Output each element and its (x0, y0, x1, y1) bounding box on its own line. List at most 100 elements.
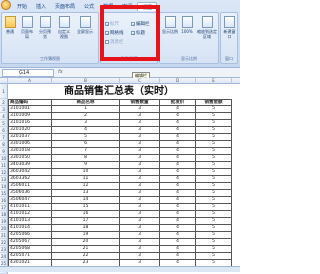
table-cell[interactable]: 3 (120, 232, 160, 239)
table-cell[interactable]: 5 (196, 148, 232, 155)
table-cell[interactable]: 5 (196, 197, 232, 204)
row-header[interactable]: 24 (0, 253, 8, 260)
row-header[interactable]: 22 (0, 239, 8, 246)
table-cell[interactable]: 5 (196, 204, 232, 211)
view-page-layout-button[interactable]: 页面布局 (20, 16, 34, 39)
table-cell[interactable]: 3201037 (8, 134, 52, 141)
row-header[interactable]: 9 (0, 148, 8, 155)
row-header[interactable]: 4 (0, 113, 8, 120)
table-cell[interactable]: 3 (120, 197, 160, 204)
table-header-cell[interactable]: 销售金额 (196, 99, 232, 106)
table-cell[interactable]: 3 (120, 141, 160, 148)
table-cell[interactable]: 4 (160, 183, 196, 190)
table-cell[interactable]: 5 (196, 155, 232, 162)
table-cell[interactable]: 3 (120, 113, 160, 120)
table-cell[interactable]: 4205067 (8, 239, 52, 246)
table-cell[interactable]: 4 (160, 134, 196, 141)
table-cell[interactable]: 3 (120, 211, 160, 218)
table-cell[interactable]: 5 (196, 141, 232, 148)
table-cell[interactable]: 10 (52, 169, 120, 176)
row-header[interactable]: 21 (0, 232, 8, 239)
new-window-button[interactable]: 新建窗口 (222, 16, 237, 39)
row-header[interactable]: 18 (0, 211, 8, 218)
table-cell[interactable]: 3 (120, 225, 160, 232)
view-fullscreen-button[interactable]: 全屏显示 (76, 16, 94, 34)
table-cell[interactable]: 22 (52, 253, 120, 260)
table-cell[interactable]: 4101011 (8, 204, 52, 211)
row-header[interactable]: 16 (0, 197, 8, 204)
table-cell[interactable]: 5 (196, 169, 232, 176)
table-cell[interactable]: 4101012 (8, 211, 52, 218)
row-header[interactable]: 12 (0, 169, 8, 176)
table-cell[interactable]: 20 (52, 239, 120, 246)
table-cell[interactable]: 3 (120, 169, 160, 176)
row-header[interactable]: 2 (0, 99, 8, 106)
table-cell[interactable]: 1 (52, 106, 120, 113)
zoom-100-button[interactable]: 100% (180, 16, 194, 34)
tab-home[interactable]: 开始 (13, 2, 31, 11)
table-cell[interactable]: 5 (196, 176, 232, 183)
table-cell[interactable]: 3403039 (8, 162, 52, 169)
table-cell[interactable]: 3 (120, 183, 160, 190)
table-cell[interactable]: 18 (52, 225, 120, 232)
table-cell[interactable]: 5 (196, 239, 232, 246)
table-cell[interactable]: 3 (120, 204, 160, 211)
table-cell[interactable]: 3 (120, 106, 160, 113)
table-cell[interactable]: 3 (120, 246, 160, 253)
row-header[interactable]: 23 (0, 246, 8, 253)
table-cell[interactable]: 5 (196, 190, 232, 197)
table-cell[interactable]: 4 (160, 225, 196, 232)
table-cell[interactable]: 3506047 (8, 197, 52, 204)
table-cell[interactable]: 9 (52, 162, 120, 169)
table-cell[interactable]: 4 (160, 148, 196, 155)
table-cell[interactable]: 2 (52, 113, 120, 120)
table-cell[interactable]: 12 (52, 183, 120, 190)
table-cell[interactable]: 4 (160, 211, 196, 218)
table-cell[interactable]: 4 (160, 106, 196, 113)
row-header[interactable]: 11 (0, 162, 8, 169)
row-header[interactable]: 3 (0, 106, 8, 113)
tab-formulas[interactable]: 公式 (80, 2, 98, 11)
table-cell[interactable]: 3301018 (8, 148, 52, 155)
table-cell[interactable]: 4 (160, 120, 196, 127)
table-cell[interactable]: 5 (196, 183, 232, 190)
table-cell[interactable]: 4 (160, 127, 196, 134)
table-header-cell[interactable]: 商品名称 (52, 99, 120, 106)
table-header-cell[interactable]: 商品编码 (8, 99, 52, 106)
table-header-cell[interactable]: 批发价 (160, 99, 196, 106)
table-cell[interactable]: 21 (52, 246, 120, 253)
table-cell[interactable]: 4101013 (8, 218, 52, 225)
table-cell[interactable]: 8 (52, 155, 120, 162)
row-header[interactable]: 14 (0, 183, 8, 190)
table-cell[interactable]: 3 (120, 134, 160, 141)
table-cell[interactable]: 11 (52, 176, 120, 183)
table-cell[interactable]: 4 (160, 155, 196, 162)
row-header[interactable]: 15 (0, 190, 8, 197)
table-cell[interactable]: 3101016 (8, 120, 52, 127)
row-header[interactable]: 7 (0, 134, 8, 141)
table-cell[interactable]: 19 (52, 232, 120, 239)
row-header[interactable]: 13 (0, 176, 8, 183)
tab-insert[interactable]: 插入 (32, 2, 50, 11)
row-header[interactable]: 8 (0, 141, 8, 148)
table-cell[interactable]: 4205071 (8, 253, 52, 260)
table-cell[interactable]: 3301050 (8, 155, 52, 162)
table-cell[interactable]: 17 (52, 218, 120, 225)
table-cell[interactable]: 3101001 (8, 106, 52, 113)
table-cell[interactable]: 5 (196, 246, 232, 253)
table-cell[interactable]: 5 (196, 232, 232, 239)
table-cell[interactable]: 4 (160, 204, 196, 211)
table-cell[interactable]: 5 (196, 162, 232, 169)
table-cell[interactable]: 3506011 (8, 183, 52, 190)
row-header[interactable]: 1 (0, 84, 8, 99)
row-header[interactable]: 20 (0, 225, 8, 232)
table-cell[interactable]: 5 (196, 120, 232, 127)
table-cell[interactable]: 4 (160, 176, 196, 183)
table-cell[interactable]: 3 (120, 239, 160, 246)
row-header[interactable]: 17 (0, 204, 8, 211)
table-cell[interactable]: 4 (160, 197, 196, 204)
table-cell[interactable]: 5 (196, 127, 232, 134)
table-cell[interactable]: 7 (52, 148, 120, 155)
zoom-selection-button[interactable]: 缩放到选定区域 (196, 16, 218, 39)
table-cell[interactable]: 3603362 (8, 176, 52, 183)
